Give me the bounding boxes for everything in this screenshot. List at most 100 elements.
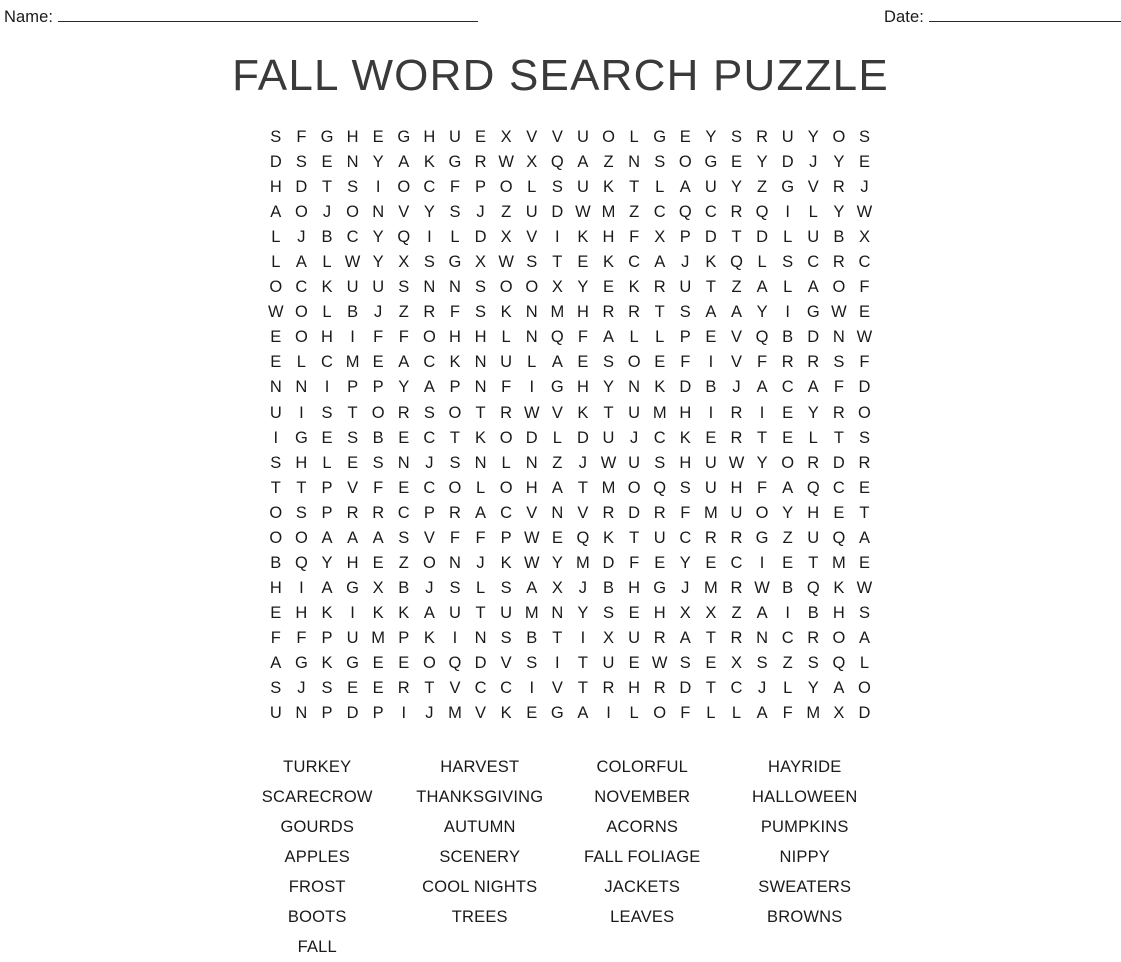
grid-cell[interactable]: O [775, 451, 801, 476]
word-list-item[interactable]: THANKSGIVING [399, 782, 562, 812]
grid-cell[interactable]: T [570, 476, 596, 501]
word-list-item[interactable]: BROWNS [724, 902, 887, 932]
grid-cell[interactable]: N [340, 150, 366, 175]
grid-cell[interactable]: X [647, 225, 673, 250]
grid-cell[interactable]: O [442, 401, 468, 426]
grid-cell[interactable]: C [698, 200, 724, 225]
grid-cell[interactable]: D [826, 451, 852, 476]
grid-cell[interactable]: K [314, 651, 340, 676]
grid-cell[interactable]: D [519, 426, 545, 451]
grid-cell[interactable]: E [596, 275, 622, 300]
grid-cell[interactable]: F [289, 125, 315, 150]
grid-cell[interactable]: T [468, 401, 494, 426]
grid-cell[interactable]: T [724, 225, 750, 250]
word-list-item[interactable]: TURKEY [236, 752, 399, 782]
grid-cell[interactable]: A [775, 476, 801, 501]
grid-cell[interactable]: V [519, 501, 545, 526]
grid-cell[interactable]: O [493, 476, 519, 501]
grid-cell[interactable]: E [545, 526, 571, 551]
grid-cell[interactable]: R [340, 501, 366, 526]
grid-cell[interactable]: F [442, 526, 468, 551]
grid-cell[interactable]: T [468, 601, 494, 626]
grid-cell[interactable]: U [647, 526, 673, 551]
grid-cell[interactable]: Z [724, 601, 750, 626]
grid-cell[interactable]: O [852, 401, 878, 426]
grid-cell[interactable]: Z [621, 200, 647, 225]
grid-cell[interactable]: Y [391, 375, 417, 400]
grid-cell[interactable]: A [519, 576, 545, 601]
grid-cell[interactable]: C [468, 676, 494, 701]
grid-cell[interactable]: K [493, 701, 519, 726]
grid-cell[interactable]: K [698, 250, 724, 275]
grid-cell[interactable]: R [365, 501, 391, 526]
grid-cell[interactable]: R [647, 275, 673, 300]
grid-cell[interactable]: Y [800, 401, 826, 426]
grid-cell[interactable]: M [570, 551, 596, 576]
grid-cell[interactable]: W [852, 576, 878, 601]
grid-cell[interactable]: R [698, 526, 724, 551]
grid-cell[interactable]: M [698, 576, 724, 601]
grid-cell[interactable]: A [545, 476, 571, 501]
grid-cell[interactable]: I [442, 626, 468, 651]
grid-cell[interactable]: R [596, 676, 622, 701]
grid-cell[interactable]: H [519, 476, 545, 501]
grid-cell[interactable]: D [775, 150, 801, 175]
grid-cell[interactable]: H [621, 676, 647, 701]
grid-cell[interactable]: A [391, 350, 417, 375]
grid-cell[interactable]: L [775, 676, 801, 701]
grid-cell[interactable]: R [621, 300, 647, 325]
grid-cell[interactable]: E [391, 651, 417, 676]
grid-cell[interactable]: K [442, 350, 468, 375]
grid-cell[interactable]: E [570, 250, 596, 275]
grid-cell[interactable]: C [289, 275, 315, 300]
grid-cell[interactable]: U [263, 401, 289, 426]
grid-cell[interactable]: O [621, 350, 647, 375]
grid-cell[interactable]: D [673, 375, 699, 400]
grid-cell[interactable]: E [673, 125, 699, 150]
grid-cell[interactable]: Y [314, 551, 340, 576]
grid-cell[interactable]: U [570, 125, 596, 150]
word-list-item[interactable]: SCENERY [399, 842, 562, 872]
date-write-in-line[interactable] [928, 8, 1121, 22]
grid-cell[interactable]: Y [365, 225, 391, 250]
grid-cell[interactable]: P [314, 501, 340, 526]
grid-cell[interactable]: V [545, 401, 571, 426]
grid-cell[interactable]: B [800, 601, 826, 626]
grid-cell[interactable]: F [826, 375, 852, 400]
grid-cell[interactable]: O [365, 401, 391, 426]
grid-cell[interactable]: E [365, 350, 391, 375]
grid-cell[interactable]: Q [545, 150, 571, 175]
grid-cell[interactable]: G [647, 125, 673, 150]
grid-cell[interactable]: D [468, 651, 494, 676]
grid-cell[interactable]: Y [749, 300, 775, 325]
grid-cell[interactable]: W [852, 200, 878, 225]
grid-cell[interactable]: C [417, 175, 443, 200]
grid-cell[interactable]: X [852, 225, 878, 250]
grid-cell[interactable]: K [314, 601, 340, 626]
grid-cell[interactable]: V [724, 350, 750, 375]
grid-cell[interactable]: N [519, 325, 545, 350]
grid-cell[interactable]: E [775, 551, 801, 576]
grid-cell[interactable]: S [724, 125, 750, 150]
grid-cell[interactable]: S [673, 300, 699, 325]
grid-cell[interactable]: X [596, 626, 622, 651]
grid-cell[interactable]: T [314, 175, 340, 200]
grid-cell[interactable]: M [519, 601, 545, 626]
grid-cell[interactable]: B [826, 225, 852, 250]
grid-cell[interactable]: Y [800, 125, 826, 150]
grid-cell[interactable]: D [545, 200, 571, 225]
grid-cell[interactable]: A [340, 526, 366, 551]
grid-cell[interactable]: S [365, 451, 391, 476]
grid-cell[interactable]: S [673, 651, 699, 676]
grid-cell[interactable]: Q [391, 225, 417, 250]
grid-cell[interactable]: U [621, 626, 647, 651]
grid-cell[interactable]: T [698, 676, 724, 701]
grid-cell[interactable]: F [673, 501, 699, 526]
grid-cell[interactable]: O [263, 501, 289, 526]
grid-cell[interactable]: N [545, 601, 571, 626]
grid-cell[interactable]: M [365, 626, 391, 651]
grid-cell[interactable]: J [365, 300, 391, 325]
grid-cell[interactable]: O [442, 476, 468, 501]
grid-cell[interactable]: M [442, 701, 468, 726]
grid-cell[interactable]: V [417, 526, 443, 551]
